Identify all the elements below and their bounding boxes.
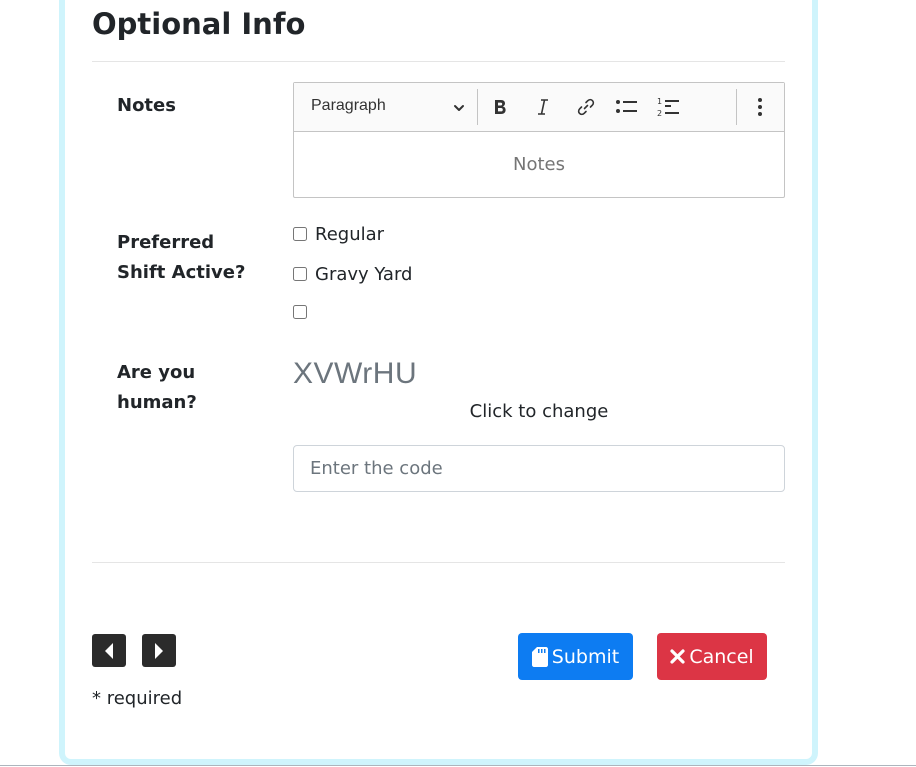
required-note: * required [92,688,183,709]
previous-button[interactable] [92,634,126,667]
shift-option-gravy-yard[interactable]: Gravy Yard [293,261,412,287]
notes-content-area[interactable]: Notes [294,132,784,197]
editor-toolbar: Paragraph 1 2 [294,83,784,132]
notes-editor: Paragraph 1 2 Notes [293,82,785,198]
shift-regular-checkbox[interactable] [293,227,307,241]
caret-right-icon [155,642,163,659]
shift-unlabeled-checkbox[interactable] [293,305,307,319]
heading-select-value: Paragraph [311,97,386,114]
cancel-label: Cancel [689,645,754,668]
sd-card-icon [531,646,548,667]
shift-gravy-yard-label: Gravy Yard [315,263,413,285]
heading-select[interactable]: Paragraph [300,90,472,124]
preferred-shift-label: Preferred Shift Active? [117,232,246,283]
notes-placeholder: Notes [513,154,565,175]
cancel-button[interactable]: Cancel [657,633,767,680]
numbered-list-button[interactable]: 1 2 [652,90,686,124]
shift-gravy-yard-checkbox[interactable] [293,267,307,281]
captcha-change-link[interactable]: Click to change [293,399,785,425]
bulleted-list-icon [616,100,637,113]
next-button[interactable] [142,634,176,667]
italic-button[interactable] [526,90,560,124]
page-bottom-border [0,765,916,766]
captcha-input[interactable] [293,445,785,492]
italic-icon [538,99,548,115]
more-options-button[interactable] [743,90,777,124]
link-icon [577,98,595,116]
submit-button[interactable]: Submit [518,633,633,680]
captcha-label: Are you human? [117,362,197,413]
toolbar-separator [736,89,737,125]
chevron-down-icon [454,105,464,111]
numbered-list-icon: 1 2 [657,97,679,118]
close-icon [670,649,685,664]
bold-button[interactable] [483,90,517,124]
shift-option-unlabeled[interactable] [293,299,315,325]
caret-left-icon [105,642,113,659]
toolbar-separator [477,89,478,125]
vertical-ellipsis-icon [758,98,762,116]
section-title: Optional Info [92,7,306,41]
shift-option-regular[interactable]: Regular [293,221,384,247]
svg-text:2: 2 [657,109,662,118]
captcha-code[interactable]: XVWrHU [293,354,417,394]
shift-regular-label: Regular [315,223,385,245]
link-button[interactable] [569,90,603,124]
submit-label: Submit [551,645,620,668]
section-divider [92,61,785,62]
notes-label: Notes [117,95,176,116]
bulleted-list-button[interactable] [610,90,644,124]
svg-text:1: 1 [657,97,662,106]
bold-icon [495,100,506,114]
footer-divider [92,562,785,563]
